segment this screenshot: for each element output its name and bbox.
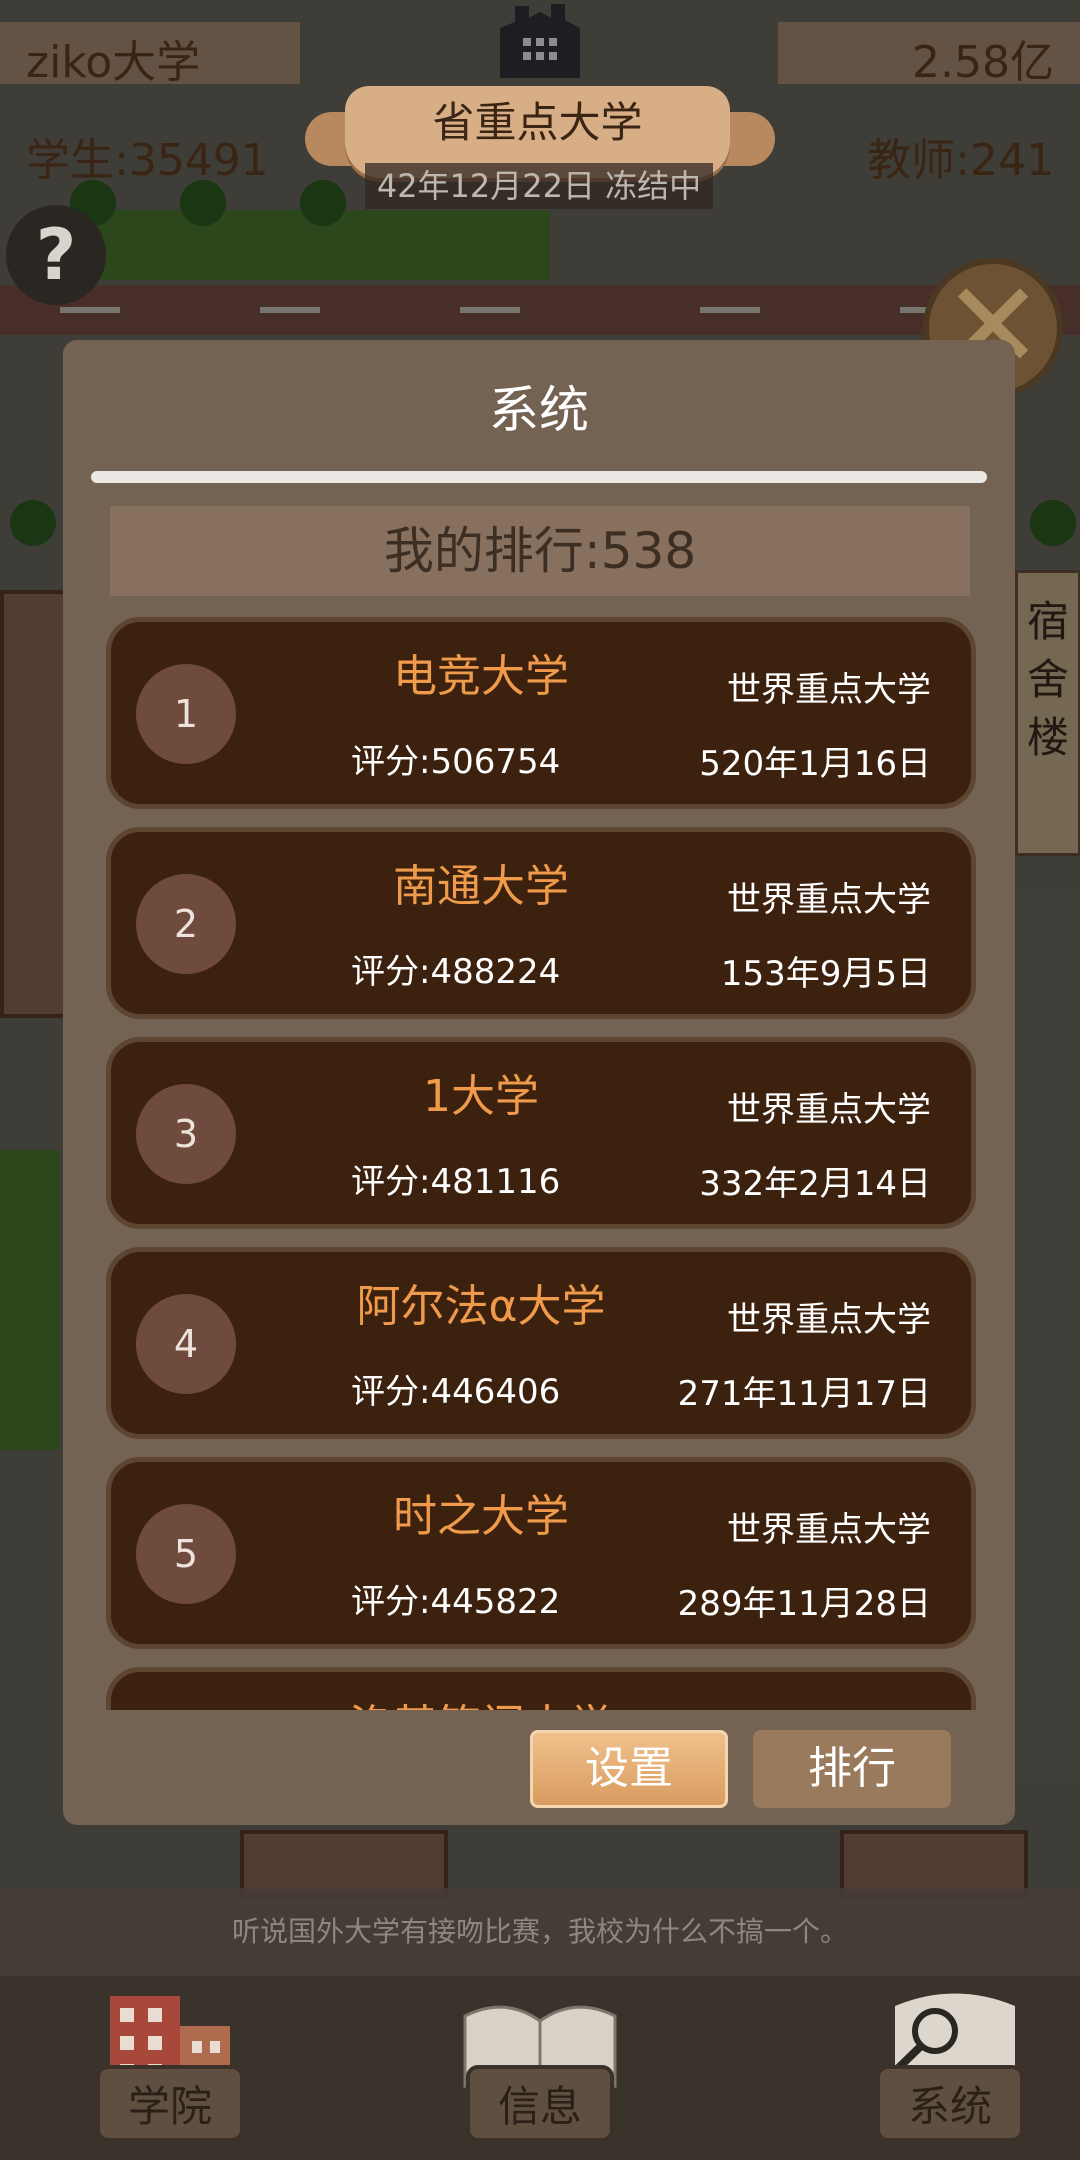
university-score: 评分:488224 bbox=[351, 952, 561, 992]
rank-number: 5 bbox=[136, 1504, 236, 1604]
university-level: 世界重点大学 bbox=[727, 1300, 931, 1340]
game-date[interactable]: 42年12月22日 冻结中 bbox=[365, 163, 713, 209]
university-level: 世界重点大学 bbox=[727, 670, 931, 710]
nav-college-label: 学院 bbox=[95, 2065, 245, 2142]
news-ticker: 听说国外大学有接吻比赛，我校为什么不搞一个。 bbox=[0, 1888, 1080, 1976]
teacher-count: 教师:241 bbox=[867, 135, 1054, 186]
nav-system[interactable]: 系统 bbox=[820, 1976, 1080, 2160]
rank-number: 3 bbox=[136, 1084, 236, 1184]
ranking-row[interactable]: 4 阿尔法α大学 世界重点大学 评分:446406 271年11月17日 bbox=[106, 1247, 976, 1439]
university-level: 世界重点大学 bbox=[727, 1090, 931, 1130]
ranking-row[interactable]: 2 南通大学 世界重点大学 评分:488224 153年9月5日 bbox=[106, 827, 976, 1019]
question-mark-icon: ? bbox=[35, 214, 77, 296]
nav-info[interactable]: 信息 bbox=[410, 1976, 670, 2160]
university-score: 评分:446406 bbox=[351, 1372, 561, 1412]
ranking-row[interactable]: 3 1大学 世界重点大学 评分:481116 332年2月14日 bbox=[106, 1037, 976, 1229]
student-count: 学生:35491 bbox=[26, 135, 269, 186]
university-building-icon bbox=[500, 4, 580, 78]
university-date: 520年1月16日 bbox=[699, 744, 931, 784]
nav-college[interactable]: 学院 bbox=[40, 1976, 300, 2160]
university-date: 289年11月28日 bbox=[677, 1584, 931, 1624]
university-name: 南通大学 bbox=[393, 861, 569, 912]
help-button[interactable]: ? bbox=[6, 205, 106, 305]
ranking-row[interactable]: 1 电竞大学 世界重点大学 评分:506754 520年1月16日 bbox=[106, 617, 976, 809]
university-name: 阿尔法α大学 bbox=[356, 1281, 606, 1332]
rank-number: 4 bbox=[136, 1294, 236, 1394]
ranking-button[interactable]: 排行 bbox=[753, 1730, 951, 1808]
rank-number: 2 bbox=[136, 874, 236, 974]
university-level: 世界重点大学 bbox=[727, 880, 931, 920]
university-name: 时之大学 bbox=[393, 1491, 569, 1542]
system-dialog: 系统 我的排行:538 1 电竞大学 世界重点大学 评分:506754 520年… bbox=[63, 340, 1015, 1825]
funds-value: 2.58亿 bbox=[912, 37, 1054, 88]
university-level: 世界重点大学 bbox=[727, 1510, 931, 1550]
university-name: 1大学 bbox=[423, 1071, 539, 1122]
university-date: 271年11月17日 bbox=[677, 1374, 931, 1414]
university-score: 评分:445822 bbox=[351, 1582, 561, 1622]
rank-number: 1 bbox=[136, 664, 236, 764]
settings-button[interactable]: 设置 bbox=[530, 1730, 728, 1808]
nav-system-label: 系统 bbox=[875, 2065, 1025, 2142]
university-date: 332年2月14日 bbox=[699, 1164, 931, 1204]
ranking-row[interactable]: 6 洛基笛门大学 bbox=[106, 1667, 976, 1710]
nav-info-label: 信息 bbox=[465, 2065, 615, 2142]
university-score: 评分:506754 bbox=[351, 742, 561, 782]
university-date: 153年9月5日 bbox=[720, 954, 931, 994]
divider bbox=[91, 471, 987, 483]
dialog-title: 系统 bbox=[489, 381, 589, 439]
school-name: ziko大学 bbox=[26, 37, 201, 88]
rank-title: 省重点大学 bbox=[432, 98, 643, 147]
bottom-nav: 学院 信息 系统 bbox=[0, 1976, 1080, 2160]
university-name: 电竞大学 bbox=[393, 651, 569, 702]
university-score: 评分:481116 bbox=[351, 1162, 561, 1202]
my-rank: 我的排行:538 bbox=[110, 506, 970, 596]
ranking-list[interactable]: 1 电竞大学 世界重点大学 评分:506754 520年1月16日 2 南通大学… bbox=[106, 617, 976, 1710]
ranking-row[interactable]: 5 时之大学 世界重点大学 评分:445822 289年11月28日 bbox=[106, 1457, 976, 1649]
university-name: 洛基笛门大学 bbox=[311, 1690, 651, 1710]
